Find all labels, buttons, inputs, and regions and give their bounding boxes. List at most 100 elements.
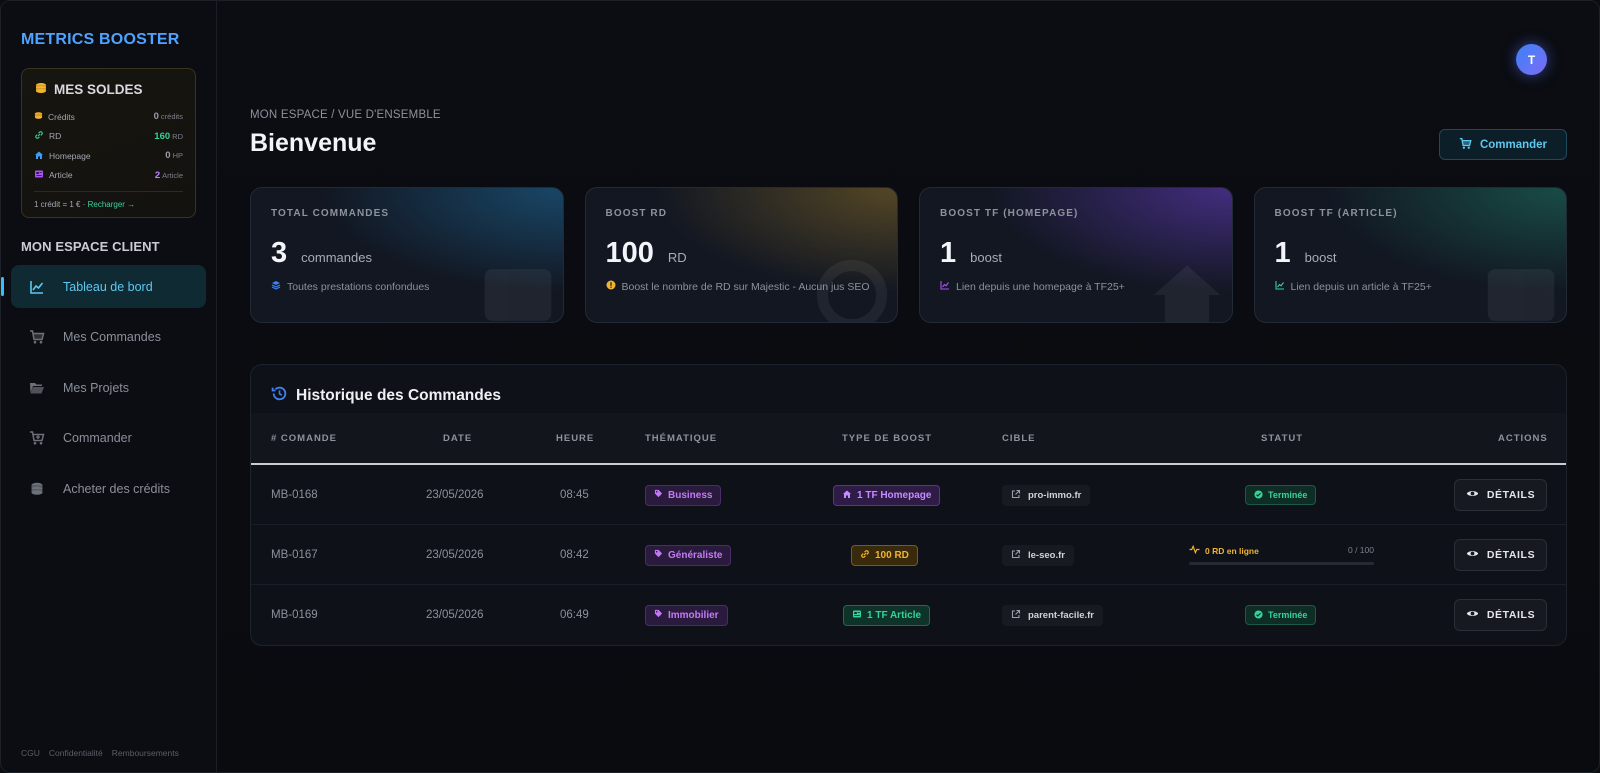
card-unit: commandes: [301, 250, 372, 265]
card-unit: boost: [970, 250, 1002, 265]
column-header[interactable]: HEURE: [556, 433, 594, 444]
cart-plus-icon: [29, 430, 45, 446]
folder-open-icon: [29, 380, 45, 396]
breadcrumb: MON ESPACE / VUE D'ENSEMBLE: [250, 109, 441, 121]
sidebar-nav: Tableau de bord Mes Commandes Mes Projet…: [1, 265, 206, 518]
external-link-icon: [1011, 489, 1021, 502]
sidebar-item-mes-commandes[interactable]: Mes Commandes: [11, 316, 206, 359]
history-icon: [271, 385, 288, 407]
balance-row-homepage: Homepage 0 HP: [34, 146, 183, 166]
newspaper-icon: [34, 169, 44, 181]
app-window: METRICS BOOSTER MES SOLDES Crédits 0 créd…: [0, 0, 1600, 773]
check-circle-icon: [1254, 489, 1263, 501]
check-circle-icon: [1254, 609, 1263, 621]
theme-tag: Généraliste: [645, 544, 732, 566]
link-confidentialite[interactable]: Confidentialité: [49, 748, 103, 758]
sidebar-item-tableau-de-bord[interactable]: Tableau de bord: [1, 265, 206, 308]
brand-logo[interactable]: METRICS BOOSTER: [21, 31, 180, 49]
card-label: TOTAL COMMANDES: [271, 208, 390, 219]
recharge-link[interactable]: Recharger →: [88, 200, 136, 209]
stats-cards: TOTAL COMMANDES 3 commandes Toutes presta…: [250, 187, 1567, 323]
coins-icon: [29, 481, 45, 497]
details-button[interactable]: DÉTAILS: [1454, 479, 1547, 511]
balance-row-article: Article 2 Article: [34, 166, 183, 186]
card-value: 3: [271, 237, 288, 269]
progress-track: [1189, 562, 1374, 565]
order-time: 08:45: [560, 489, 589, 501]
order-date: 23/05/2026: [426, 489, 484, 501]
column-header: ACTIONS: [1498, 433, 1548, 444]
balances-panel: MES SOLDES Crédits 0 crédits RD 160 RD Hom…: [21, 68, 196, 218]
column-header[interactable]: DATE: [443, 433, 472, 444]
eye-icon: [1466, 547, 1479, 563]
chart-line-icon: [29, 279, 45, 295]
boost-type-badge: 1 TF Homepage: [833, 484, 941, 506]
link-icon: [34, 130, 44, 142]
details-button[interactable]: DÉTAILS: [1454, 539, 1547, 571]
order-date: 23/05/2026: [426, 609, 484, 621]
card-description: Toutes prestations confondues: [287, 280, 430, 293]
order-id: MB-0168: [271, 489, 318, 501]
stat-card-boost-tf-homepage: BOOST TF (HOMEPAGE) 1 boost Lien depuis u…: [919, 187, 1233, 323]
divider: [34, 191, 183, 192]
avatar[interactable]: T: [1516, 44, 1547, 75]
card-unit: RD: [667, 250, 687, 265]
theme-tag: Immobilier: [645, 604, 728, 626]
sidebar-item-label: Acheter des crédits: [63, 481, 170, 496]
eye-icon: [1466, 607, 1479, 623]
page-title: Bienvenue: [250, 129, 377, 157]
order-date: 23/05/2026: [426, 549, 484, 561]
column-header[interactable]: THÉMATIQUE: [645, 433, 717, 444]
sidebar-item-label: Commander: [63, 431, 132, 445]
order-id: MB-0167: [271, 549, 318, 561]
sidebar-item-acheter-des-credits[interactable]: Acheter des crédits: [11, 467, 206, 510]
footer-links: CGU Confidentialité Remboursements: [21, 748, 179, 758]
card-value: 1: [940, 237, 957, 269]
sidebar-item-label: Mes Projets: [63, 380, 129, 395]
stat-card-boost-rd: BOOST RD 100 RD Boost le nombre de RD sur…: [584, 187, 898, 323]
column-header[interactable]: CIBLE: [1002, 433, 1036, 444]
table-row[interactable]: MB-0169 23/05/2026 06:49 Immobilier 1 TF…: [251, 585, 1566, 645]
column-header[interactable]: # COMANDE: [271, 433, 337, 444]
target-link[interactable]: parent-facile.fr: [1002, 604, 1103, 626]
target-link[interactable]: pro-immo.fr: [1002, 484, 1091, 506]
cart-plus-icon: [1459, 137, 1472, 153]
target-link[interactable]: le-seo.fr: [1002, 544, 1074, 566]
column-header[interactable]: STATUT: [1261, 433, 1303, 444]
coins-icon: [34, 111, 43, 122]
commander-button[interactable]: Commander: [1439, 129, 1567, 160]
coins-icon: [34, 81, 48, 98]
column-header[interactable]: TYPE DE BOOST: [842, 433, 932, 444]
stat-card-total-commandes: TOTAL COMMANDES 3 commandes Toutes presta…: [250, 187, 564, 323]
card-description: Lien depuis une homepage à TF25+: [956, 280, 1125, 293]
orders-history-panel: Historique des Commandes # COMANDE DATE …: [250, 364, 1567, 646]
theme-tag: Business: [645, 484, 722, 506]
newspaper-icon: [484, 269, 551, 321]
home-icon: [1153, 265, 1220, 322]
rd-progress: 0 RD en ligne 0 / 100: [1189, 544, 1374, 565]
external-link-icon: [1011, 609, 1021, 622]
link-remboursements[interactable]: Remboursements: [112, 748, 179, 758]
table-row[interactable]: MB-0168 23/05/2026 08:45 Business 1 TF H…: [251, 465, 1566, 525]
eye-icon: [1466, 487, 1479, 503]
order-time: 08:42: [560, 549, 589, 561]
progress-label: 0 RD en ligne: [1205, 545, 1259, 556]
tag-icon: [654, 609, 663, 621]
table-row[interactable]: MB-0167 23/05/2026 08:42 Généraliste 100…: [251, 525, 1566, 585]
progress-count: 0 / 100: [1348, 545, 1374, 555]
link-cgu[interactable]: CGU: [21, 748, 40, 758]
history-title: Historique des Commandes: [271, 385, 501, 407]
credit-rate: 1 crédit = 1 € · Recharger →: [34, 200, 136, 209]
table-header: # COMANDE DATE HEURE THÉMATIQUE TYPE DE …: [251, 413, 1566, 465]
sidebar-item-commander[interactable]: Commander: [11, 417, 206, 460]
sidebar-item-mes-projets[interactable]: Mes Projets: [11, 366, 206, 409]
card-value: 100: [605, 237, 654, 269]
sidebar: METRICS BOOSTER MES SOLDES Crédits 0 créd…: [1, 1, 217, 772]
info-icon: [606, 280, 616, 293]
details-button[interactable]: DÉTAILS: [1454, 599, 1547, 631]
status-badge: Terminée: [1245, 485, 1317, 505]
boost-type-badge: 100 RD: [851, 544, 918, 566]
section-label: MON ESPACE CLIENT: [21, 239, 160, 254]
cart-icon: [29, 329, 45, 345]
balance-row-credits: Crédits 0 crédits: [34, 107, 183, 127]
